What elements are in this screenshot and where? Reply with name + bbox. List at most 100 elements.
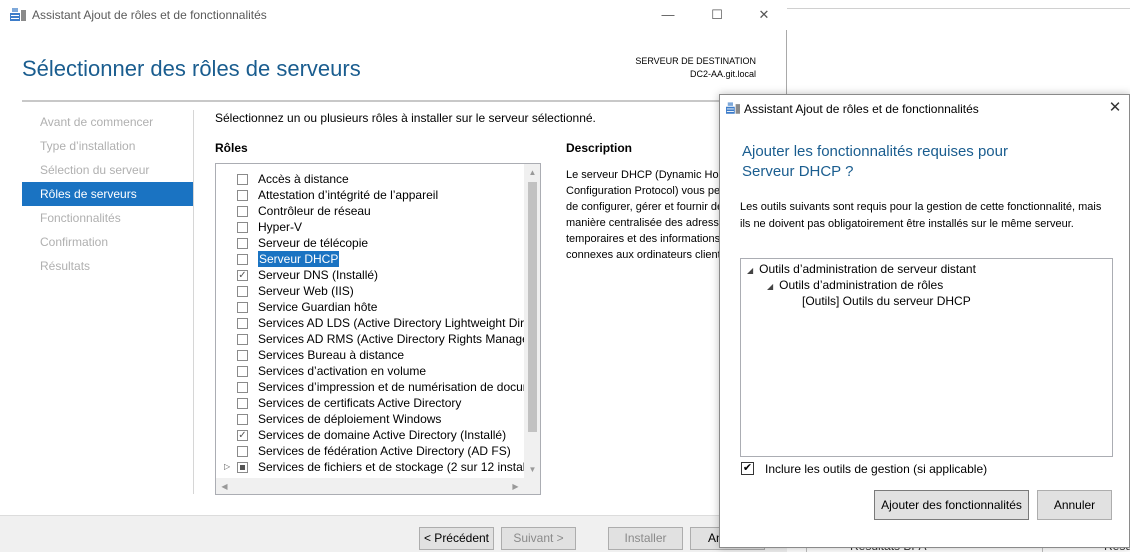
previous-button[interactable]: < Précédent [419,527,494,550]
role-label: Services d’activation en volume [258,364,427,378]
nav-step-before-you-begin[interactable]: Avant de commencer [22,110,193,134]
role-row[interactable]: Services de déploiement Windows [216,411,524,427]
wizard-titlebar[interactable]: Assistant Ajout de rôles et de fonctionn… [0,0,787,30]
role-checkbox[interactable] [237,414,248,425]
role-label: Serveur DNS (Installé) [258,268,379,282]
role-row[interactable]: Service Guardian hôte [216,299,524,315]
role-checkbox[interactable] [237,222,248,233]
role-checkbox[interactable]: ✓ [237,430,248,441]
tree-item-label: Outils d’administration de serveur dista… [759,262,976,276]
role-checkbox[interactable] [237,334,248,345]
install-button[interactable]: Installer [608,527,683,550]
role-checkbox[interactable] [237,318,248,329]
role-row[interactable]: Serveur de télécopie [216,235,524,251]
role-row[interactable]: Contrôleur de réseau [216,203,524,219]
role-row[interactable]: Services d’activation en volume [216,363,524,379]
role-row[interactable]: Services AD RMS (Active Directory Rights… [216,331,524,347]
roles-vertical-scrollbar[interactable]: ▲ ▼ [524,164,540,478]
role-row[interactable]: Serveur Web (IIS) [216,283,524,299]
dialog-titlebar[interactable]: Assistant Ajout de rôles et de fonctionn… [720,95,1129,121]
tree-item-role-admin-tools[interactable]: ◢ Outils d’administration de rôles [767,278,943,292]
scrollbar-corner [524,478,540,494]
intro-text: Sélectionnez un ou plusieurs rôles à ins… [215,111,596,125]
role-checkbox[interactable] [237,366,248,377]
scroll-right-icon[interactable]: ▶ [507,478,524,494]
server-manager-icon [726,102,740,114]
description-line: Le serveur DHCP (Dynamic Host [566,169,726,181]
role-row[interactable]: Serveur DHCP [216,251,524,267]
roles-heading: Rôles [215,141,248,155]
required-tools-tree: ◢ Outils d’administration de serveur dist… [740,258,1113,457]
scroll-down-icon[interactable]: ▼ [524,461,540,478]
role-row[interactable]: Services AD LDS (Active Directory Lightw… [216,315,524,331]
tree-item-label: [Outils] Outils du serveur DHCP [802,294,971,308]
role-checkbox[interactable] [237,462,248,473]
collapse-triangle-icon[interactable]: ◢ [747,266,753,275]
role-row[interactable]: Services de certificats Active Directory [216,395,524,411]
role-checkbox[interactable] [237,302,248,313]
role-row[interactable]: Accès à distance [216,171,524,187]
nav-step-confirmation[interactable]: Confirmation [22,230,193,254]
role-label: Services AD RMS (Active Directory Rights… [258,332,524,346]
role-checkbox[interactable] [237,446,248,457]
scroll-up-icon[interactable]: ▲ [524,164,540,181]
expand-triangle-icon[interactable]: ▷ [224,459,230,475]
role-row[interactable]: Services Bureau à distance [216,347,524,363]
role-label: Services de fédération Active Directory … [258,444,511,458]
destination-server-value: DC2-AA.git.local [689,69,756,79]
role-checkbox[interactable] [237,174,248,185]
nav-step-server-roles[interactable]: Rôles de serveurs [22,182,193,206]
role-checkbox[interactable] [237,190,248,201]
role-label: Services de domaine Active Directory (In… [258,428,507,442]
description-line: de configurer, gérer et fournir de [566,201,724,213]
role-label: Serveur DHCP [258,251,340,267]
role-label: Serveur de télécopie [258,236,369,250]
close-button[interactable]: ✕ [741,0,787,30]
minimize-button[interactable]: — [645,0,691,30]
nav-step-results[interactable]: Résultats [22,254,193,278]
include-management-tools-checkbox[interactable]: ✔ [741,462,754,475]
description-line: Configuration Protocol) vous permet [566,185,726,197]
description-line: connexes aux ordinateurs clients. [566,249,726,261]
scroll-thumb[interactable] [528,182,537,432]
role-row[interactable]: ▷ Services de fichiers et de stockage (2 … [216,459,524,475]
scroll-left-icon[interactable]: ◀ [216,478,233,494]
role-label: Services de fichiers et de stockage (2 s… [258,460,524,474]
add-features-button[interactable]: Ajouter des fonctionnalités [874,490,1029,520]
role-checkbox[interactable] [237,286,248,297]
roles-horizontal-scrollbar[interactable]: ◀ ▶ [216,478,524,494]
nav-divider [193,110,194,494]
role-row[interactable]: Hyper-V [216,219,524,235]
role-row[interactable]: ✓ Serveur DNS (Installé) [216,267,524,283]
role-checkbox[interactable] [237,382,248,393]
dialog-close-button[interactable]: ✕ [1105,98,1125,118]
role-checkbox[interactable] [237,206,248,217]
tree-item-dhcp-tools[interactable]: [Outils] Outils du serveur DHCP [802,294,971,308]
maximize-button[interactable]: ☐ [694,0,740,30]
collapse-triangle-icon[interactable]: ◢ [767,282,773,291]
nav-step-features[interactable]: Fonctionnalités [22,206,193,230]
role-row[interactable]: ✓ Services de domaine Active Directory (I… [216,427,524,443]
tree-item-remote-admin-tools[interactable]: ◢ Outils d’administration de serveur dist… [747,262,976,276]
dialog-cancel-button[interactable]: Annuler [1037,490,1112,520]
role-checkbox[interactable] [237,254,248,265]
add-features-dialog: Assistant Ajout de rôles et de fonctionn… [719,94,1130,548]
next-button[interactable]: Suivant > [501,527,576,550]
role-row[interactable]: Services de fédération Active Directory … [216,443,524,459]
role-checkbox[interactable] [237,238,248,249]
tree-item-label: Outils d’administration de rôles [779,278,944,292]
wizard-footer: < Précédent Suivant > Installer Annuler [0,515,787,552]
role-label: Services AD LDS (Active Directory Lightw… [258,316,524,330]
role-row[interactable]: Attestation d’intégrité de l’appareil [216,187,524,203]
role-checkbox[interactable] [237,350,248,361]
wizard-steps-nav: Avant de commencer Type d’installation S… [22,110,193,278]
role-label: Contrôleur de réseau [258,204,371,218]
nav-step-installation-type[interactable]: Type d’installation [22,134,193,158]
nav-step-server-selection[interactable]: Sélection du serveur [22,158,193,182]
role-checkbox[interactable]: ✓ [237,270,248,281]
dialog-body-text: Les outils suivants sont requis pour la … [740,201,1102,230]
role-label: Services d’impression et de numérisation… [258,380,524,394]
role-checkbox[interactable] [237,398,248,409]
role-row[interactable]: Services d’impression et de numérisation… [216,379,524,395]
role-description: Le serveur DHCP (Dynamic Host Configurat… [566,167,726,263]
